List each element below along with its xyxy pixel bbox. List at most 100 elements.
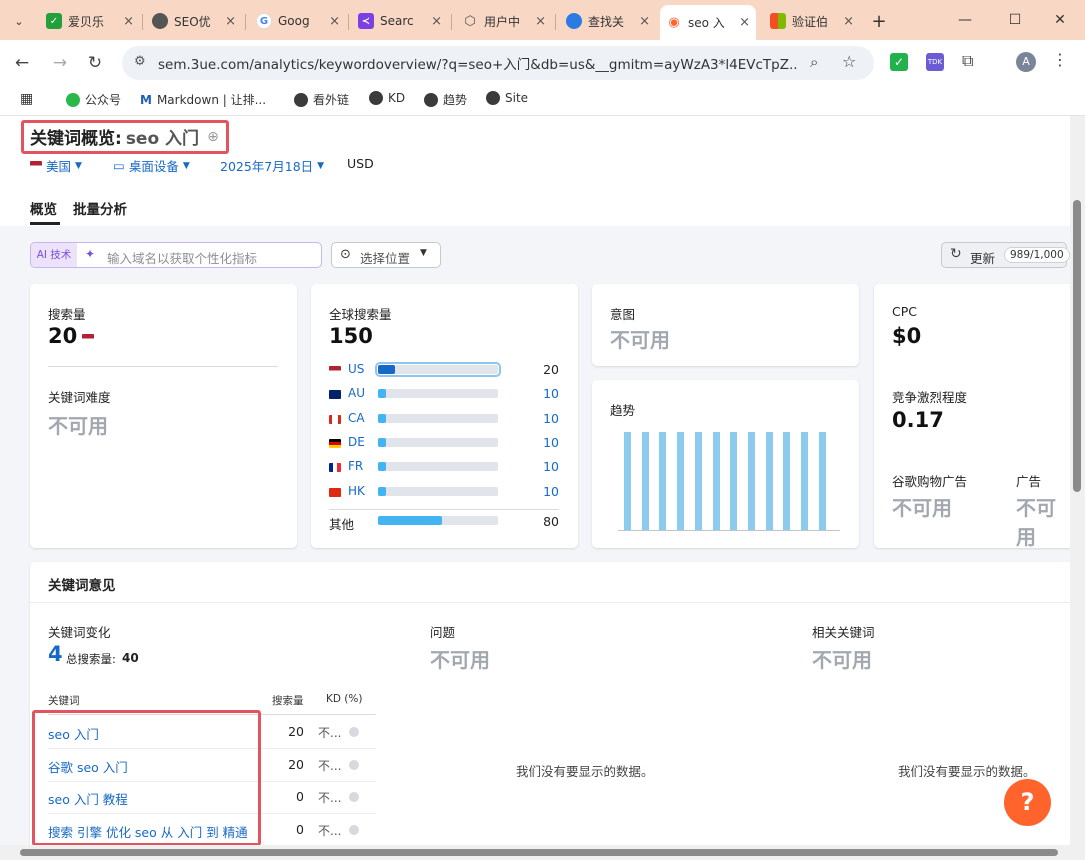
minimize-button[interactable]: —: [950, 8, 980, 32]
horizontal-scrollbar-thumb[interactable]: [20, 849, 1058, 856]
microsoft-icon: [770, 13, 786, 29]
col-keyword-header: 关键词: [48, 695, 80, 707]
maximize-icon: ☐: [1008, 12, 1022, 28]
ideas-title: 关键词意见: [48, 578, 116, 594]
bookmark-gongzhonghao[interactable]: 公众号: [66, 91, 121, 108]
tab-bulk-analysis[interactable]: 批量分析: [73, 198, 127, 218]
zoom-icon[interactable]: ⌕: [810, 53, 818, 71]
extension-badge-label: TDK: [927, 58, 943, 66]
reload-icon: ↻: [87, 53, 103, 73]
bookmark-star-icon[interactable]: ☆: [842, 52, 856, 71]
location-select-label: 选择位置: [360, 251, 411, 266]
browser-tab-6[interactable]: 查找关 ×: [560, 8, 656, 34]
country-code-us[interactable]: US: [348, 362, 364, 376]
location-select[interactable]: ⊙ 选择位置 ▼: [331, 242, 441, 268]
col-kd-header[interactable]: KD (%): [326, 693, 362, 705]
divider: [329, 509, 559, 510]
tdk-extension-icon[interactable]: TDK: [926, 53, 944, 71]
divider: [48, 366, 278, 367]
card-search-volume: 搜索量 20 关键词难度 不可用: [30, 284, 297, 548]
country-code-ca[interactable]: CA: [348, 411, 365, 425]
close-icon[interactable]: ×: [843, 14, 854, 29]
extensions-puzzle-icon[interactable]: ⧉: [962, 51, 973, 71]
country-code-hk[interactable]: HK: [348, 484, 365, 498]
cpc-label: CPC: [892, 304, 917, 319]
help-icon: ?: [1020, 788, 1035, 816]
maximize-button[interactable]: ☐: [1000, 8, 1030, 32]
country-value-au[interactable]: 10: [511, 386, 559, 401]
forward-button[interactable]: →: [48, 51, 72, 75]
menu-kebab-icon[interactable]: ⋮: [1052, 50, 1068, 69]
currency-label: USD: [347, 156, 374, 171]
bookmark-trend[interactable]: 趋势: [424, 91, 467, 108]
help-button[interactable]: ?: [1004, 779, 1051, 826]
country-code-fr[interactable]: FR: [348, 459, 363, 473]
close-icon[interactable]: ×: [739, 15, 750, 30]
close-icon[interactable]: ×: [639, 14, 650, 29]
bookmarks-bar: ▦ 公众号 M Markdown | 让排... 看外链 KD 趋势 Site: [0, 86, 1085, 116]
device-filter[interactable]: ▭ 桌面设备 ▼: [113, 156, 190, 175]
country-code-au[interactable]: AU: [348, 386, 365, 400]
country-code-de[interactable]: DE: [348, 435, 365, 449]
ai-domain-input[interactable]: AI 技术 ✦ 输入域名以获取个性化指标: [30, 242, 322, 268]
globe-blue-icon: [566, 13, 582, 29]
close-icon[interactable]: ×: [431, 14, 442, 29]
profile-avatar[interactable]: A: [1016, 52, 1036, 72]
profile-initial: A: [1022, 55, 1030, 68]
browser-tab-5[interactable]: ⬡ 用户中 ×: [456, 8, 552, 34]
refresh-button[interactable]: ↻ 更新 989/1,000: [941, 242, 1070, 268]
trend-bar: [801, 432, 808, 530]
browser-tab-2[interactable]: SEO优 ×: [146, 8, 242, 34]
browser-tab-strip: ⌄ ✓ 爱贝乐 × SEO优 × G Goog × ≺ Searc × ⬡ 用户中 × 查…: [0, 0, 1085, 40]
horizontal-scrollbar[interactable]: [0, 845, 1070, 860]
bookmark-backlinks[interactable]: 看外链: [294, 91, 349, 108]
bookmark-markdown[interactable]: M Markdown | 让排...: [140, 91, 266, 108]
browser-tab-4[interactable]: ≺ Searc ×: [352, 8, 448, 34]
new-tab-button[interactable]: +: [866, 8, 892, 34]
close-window-button[interactable]: ✕: [1045, 8, 1075, 32]
vertical-scrollbar-thumb[interactable]: [1073, 200, 1081, 492]
reload-button[interactable]: ↻: [83, 51, 107, 75]
variations-count-link[interactable]: 4: [48, 642, 63, 666]
country-value-ca[interactable]: 10: [511, 411, 559, 426]
bookmark-kd[interactable]: KD: [369, 91, 405, 105]
country-bar-fill: [378, 389, 387, 399]
close-icon[interactable]: ×: [329, 14, 340, 29]
chevron-down-icon: ▼: [317, 160, 325, 171]
browser-tab-3[interactable]: G Goog ×: [250, 8, 346, 34]
close-icon[interactable]: ×: [123, 14, 134, 29]
chevron-down-icon: ▼: [182, 160, 190, 171]
back-button[interactable]: ←: [10, 51, 34, 75]
close-icon[interactable]: ×: [535, 14, 546, 29]
country-bar: [378, 462, 498, 472]
tab-search-button[interactable]: ⌄: [6, 8, 32, 34]
vertical-scrollbar[interactable]: [1070, 116, 1085, 860]
site-settings-icon[interactable]: ⚙: [134, 54, 146, 69]
shopping-ads-label: 谷歌购物广告: [892, 474, 968, 489]
search-console-icon: ≺: [358, 13, 374, 29]
kd-status-dot: [349, 792, 359, 802]
check-extension-icon[interactable]: ✓: [890, 53, 908, 71]
country-bar: [378, 413, 498, 423]
bookmark-site[interactable]: Site: [486, 91, 528, 105]
flag-fr-icon: [329, 463, 341, 473]
us-flag-icon: [30, 161, 42, 170]
col-volume-header[interactable]: 搜索量: [272, 693, 304, 708]
browser-tab-active[interactable]: ◉ seo 入 ×: [660, 5, 756, 40]
address-bar[interactable]: ⚙ sem.3ue.com/analytics/keywordoverview/…: [122, 46, 874, 80]
location-pin-icon: ⊙: [340, 247, 351, 262]
country-filter[interactable]: 美国 ▼: [30, 156, 82, 175]
browser-tab-8[interactable]: 验证伯 ×: [764, 8, 860, 34]
cpc-value: $0: [892, 324, 922, 348]
browser-tab-1[interactable]: ✓ 爱贝乐 ×: [40, 8, 140, 34]
apps-grid-icon[interactable]: ▦: [20, 91, 33, 107]
bookmark-label: 公众号: [85, 93, 122, 107]
other-label: 其他: [329, 517, 355, 532]
country-value-fr[interactable]: 10: [511, 459, 559, 474]
date-filter[interactable]: 2025年7月18日 ▼: [220, 156, 324, 175]
tab-overview[interactable]: 概览: [30, 198, 57, 218]
country-value-de[interactable]: 10: [511, 435, 559, 450]
flag-de-icon: [329, 438, 341, 448]
close-icon[interactable]: ×: [225, 14, 236, 29]
country-value-hk[interactable]: 10: [511, 484, 559, 499]
